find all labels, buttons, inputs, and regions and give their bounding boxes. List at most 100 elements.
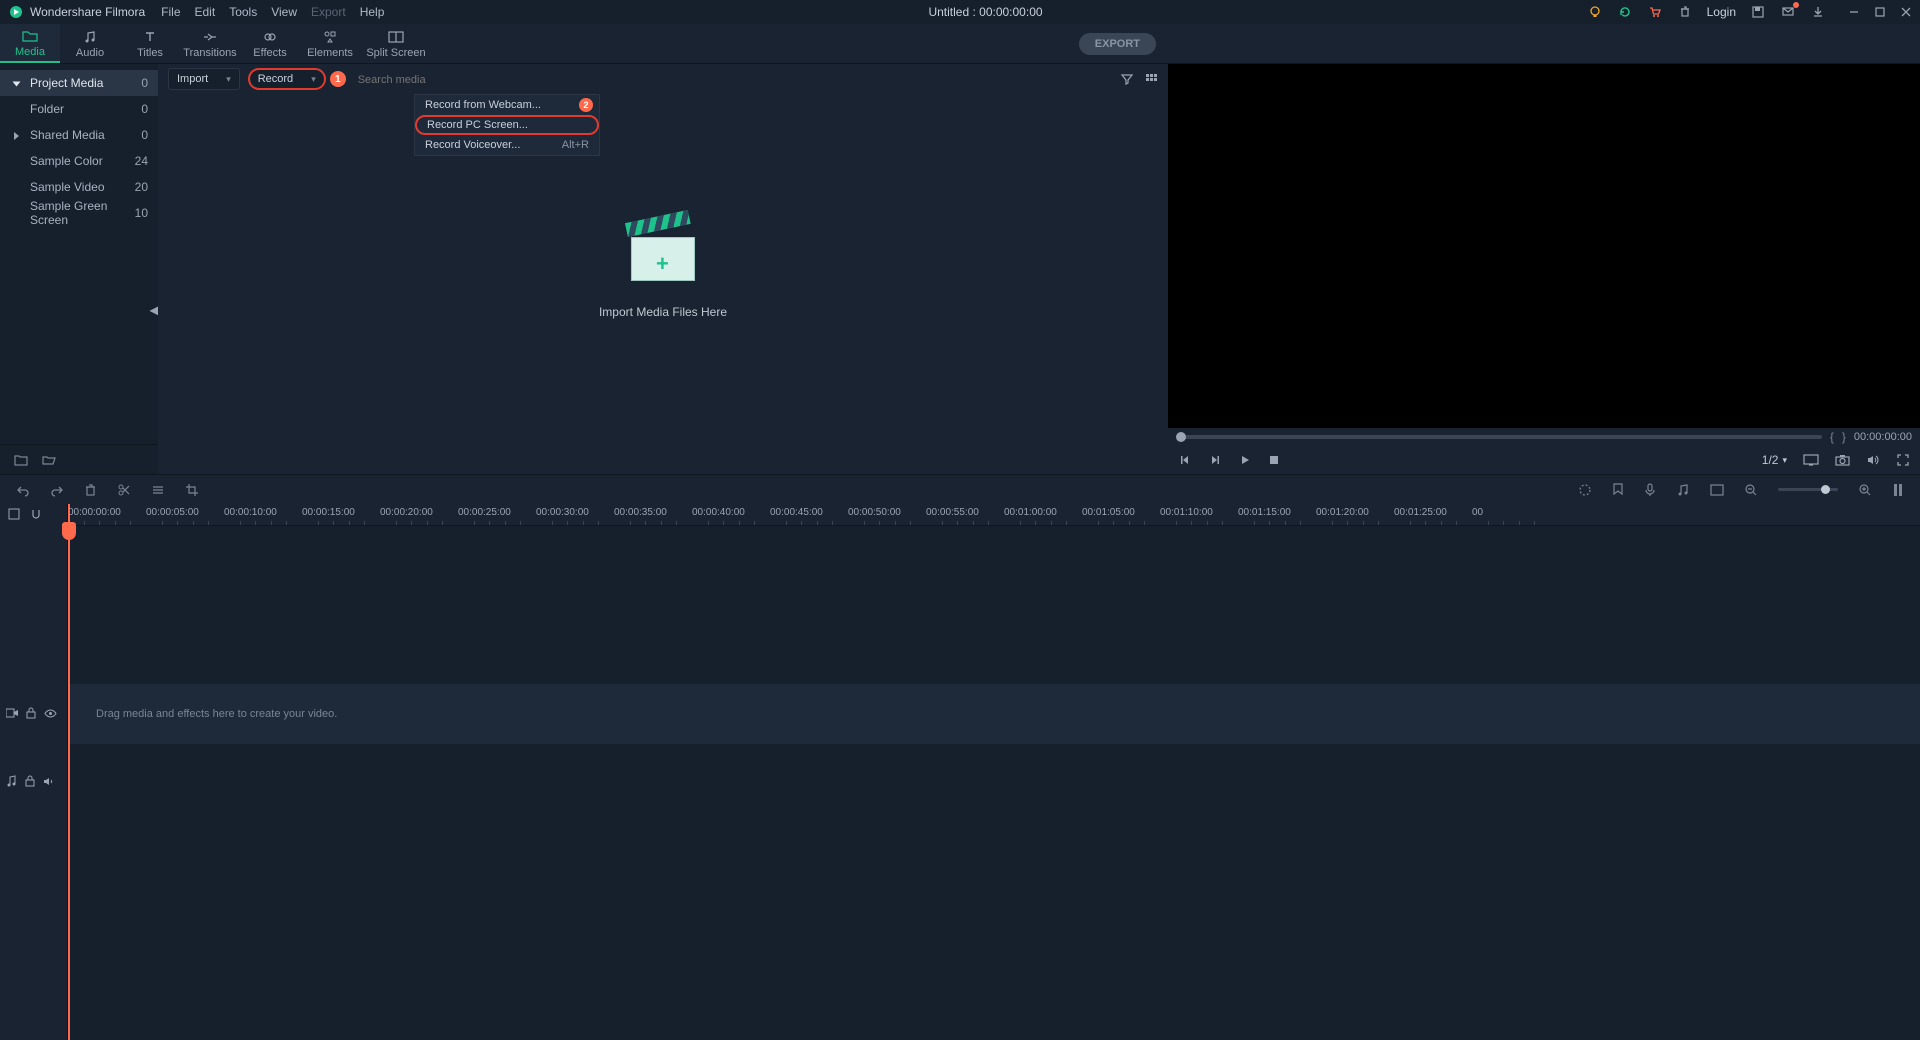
tab-split-screen[interactable]: Split Screen xyxy=(360,24,432,63)
delete-icon[interactable] xyxy=(84,483,97,497)
menu-tools[interactable]: Tools xyxy=(229,5,257,19)
lock-icon[interactable] xyxy=(26,707,36,719)
project-title: Untitled : 00:00:00:00 xyxy=(384,5,1586,19)
lightbulb-icon[interactable] xyxy=(1587,4,1603,20)
media-toolbar: Import ▾ Record ▾ 1 xyxy=(158,64,1168,94)
import-dropdown[interactable]: Import ▾ xyxy=(168,68,240,90)
titlebar-right: Login xyxy=(1587,4,1912,20)
mute-icon[interactable] xyxy=(43,776,55,787)
tab-titles[interactable]: Titles xyxy=(120,24,180,63)
menu-edit[interactable]: Edit xyxy=(195,5,216,19)
zoom-slider[interactable] xyxy=(1778,488,1838,491)
annotation-badge-2: 2 xyxy=(579,98,593,112)
keyframe-icon[interactable] xyxy=(1710,484,1724,496)
tab-audio[interactable]: Audio xyxy=(60,24,120,63)
preview-quality-dropdown[interactable]: 1/2 ▾ xyxy=(1762,453,1787,467)
playhead-handle[interactable] xyxy=(62,522,76,540)
lock-icon[interactable] xyxy=(25,775,35,787)
ruler-tick: 00:00:30:00 xyxy=(536,507,589,518)
bracket-right-icon[interactable]: } xyxy=(1842,430,1846,444)
split-icon[interactable] xyxy=(117,483,131,497)
stop-icon[interactable] xyxy=(1268,454,1280,466)
preview-timecode: 00:00:00:00 xyxy=(1854,431,1912,443)
marker-icon[interactable] xyxy=(1612,483,1624,497)
voiceover-icon[interactable] xyxy=(1644,483,1656,497)
download-icon[interactable] xyxy=(1810,4,1826,20)
menu-help[interactable]: Help xyxy=(360,5,385,19)
sidebar-item-folder[interactable]: Folder0 xyxy=(0,96,158,122)
render-icon[interactable] xyxy=(1578,483,1592,497)
tab-transitions[interactable]: Transitions xyxy=(180,24,240,63)
redo-icon[interactable] xyxy=(50,483,64,497)
next-frame-icon[interactable] xyxy=(1208,453,1222,467)
video-track[interactable]: Drag media and effects here to create yo… xyxy=(68,684,1920,744)
time-ruler[interactable]: 00:00:00:0000:00:05:0000:00:10:0000:00:1… xyxy=(68,504,1920,526)
playhead[interactable] xyxy=(68,504,70,1040)
sidebar-collapse-icon[interactable]: ◀ xyxy=(150,300,158,320)
sidebar-item-sample-color[interactable]: Sample Color24 xyxy=(0,148,158,174)
sidebar-item-project-media[interactable]: Project Media0 xyxy=(0,70,158,96)
menu-view[interactable]: View xyxy=(271,5,297,19)
login-link[interactable]: Login xyxy=(1707,5,1736,19)
video-track-icon[interactable] xyxy=(6,708,18,718)
search-box xyxy=(358,72,1112,86)
sidebar-item-sample-video[interactable]: Sample Video20 xyxy=(0,174,158,200)
elements-icon xyxy=(323,29,337,45)
record-menu-record-voiceover[interactable]: Record Voiceover...Alt+R xyxy=(415,135,599,155)
zoom-out-icon[interactable] xyxy=(1744,483,1758,497)
minimize-button[interactable] xyxy=(1848,6,1860,18)
import-drop-area[interactable]: + Import Media Files Here xyxy=(599,219,727,319)
play-icon[interactable] xyxy=(1238,453,1252,467)
text-icon xyxy=(143,29,157,45)
zoom-in-icon[interactable] xyxy=(1858,483,1872,497)
fullscreen-icon[interactable] xyxy=(1896,453,1910,467)
sidebar-item-shared-media[interactable]: Shared Media0 xyxy=(0,122,158,148)
audio-mix-icon[interactable] xyxy=(1676,483,1690,497)
save-icon[interactable] xyxy=(1750,4,1766,20)
tab-elements[interactable]: Elements xyxy=(300,24,360,63)
tab-effects[interactable]: Effects xyxy=(240,24,300,63)
tracks-area[interactable]: 00:00:00:0000:00:05:0000:00:10:0000:00:1… xyxy=(68,504,1920,1040)
seek-thumb[interactable] xyxy=(1176,432,1186,442)
display-icon[interactable] xyxy=(1803,454,1819,466)
snap-icon[interactable] xyxy=(30,508,42,520)
bracket-left-icon[interactable]: { xyxy=(1830,430,1834,444)
seek-track[interactable] xyxy=(1176,435,1822,439)
filter-icon[interactable] xyxy=(1120,72,1134,86)
eye-icon[interactable] xyxy=(44,709,57,718)
search-input[interactable] xyxy=(358,74,558,86)
record-menu-record-pc-screen[interactable]: Record PC Screen... xyxy=(415,115,599,135)
export-button[interactable]: EXPORT xyxy=(1079,33,1156,55)
ruler-tick: 00:00:10:00 xyxy=(224,507,277,518)
trash-icon[interactable] xyxy=(1677,4,1693,20)
edit-icon[interactable] xyxy=(151,483,165,497)
ruler-tick: 00:01:20:00 xyxy=(1316,507,1369,518)
audio-track[interactable] xyxy=(68,752,1920,812)
timeline-settings-icon[interactable] xyxy=(8,508,20,520)
sidebar-item-sample-green-screen[interactable]: Sample Green Screen10 xyxy=(0,200,158,226)
cart-icon[interactable] xyxy=(1647,4,1663,20)
menu-file[interactable]: File xyxy=(161,5,180,19)
ribbon-tabs: Media Audio Titles Transitions Effects E… xyxy=(0,24,1920,64)
crop-icon[interactable] xyxy=(185,483,199,497)
volume-icon[interactable] xyxy=(1866,453,1880,467)
prev-frame-icon[interactable] xyxy=(1178,453,1192,467)
new-folder-icon[interactable] xyxy=(14,454,28,466)
undo-icon[interactable] xyxy=(16,483,30,497)
close-button[interactable] xyxy=(1900,6,1912,18)
ruler-tick: 00:00:55:00 xyxy=(926,507,979,518)
zoom-thumb[interactable] xyxy=(1821,485,1830,494)
audio-track-icon[interactable] xyxy=(6,775,17,787)
preview-controls: 1/2 ▾ xyxy=(1168,446,1920,474)
refresh-icon[interactable] xyxy=(1617,4,1633,20)
record-dropdown[interactable]: Record ▾ xyxy=(248,68,326,90)
folder-open-icon[interactable] xyxy=(42,454,56,466)
grid-view-icon[interactable] xyxy=(1144,72,1158,86)
maximize-button[interactable] xyxy=(1874,6,1886,18)
zoom-fit-icon[interactable] xyxy=(1892,483,1904,497)
record-menu-record-from-webcam[interactable]: Record from Webcam...2 xyxy=(415,95,599,115)
sidebar-item-count: 0 xyxy=(141,76,148,90)
snapshot-icon[interactable] xyxy=(1835,454,1850,466)
message-icon[interactable] xyxy=(1780,4,1796,20)
tab-media[interactable]: Media xyxy=(0,24,60,63)
